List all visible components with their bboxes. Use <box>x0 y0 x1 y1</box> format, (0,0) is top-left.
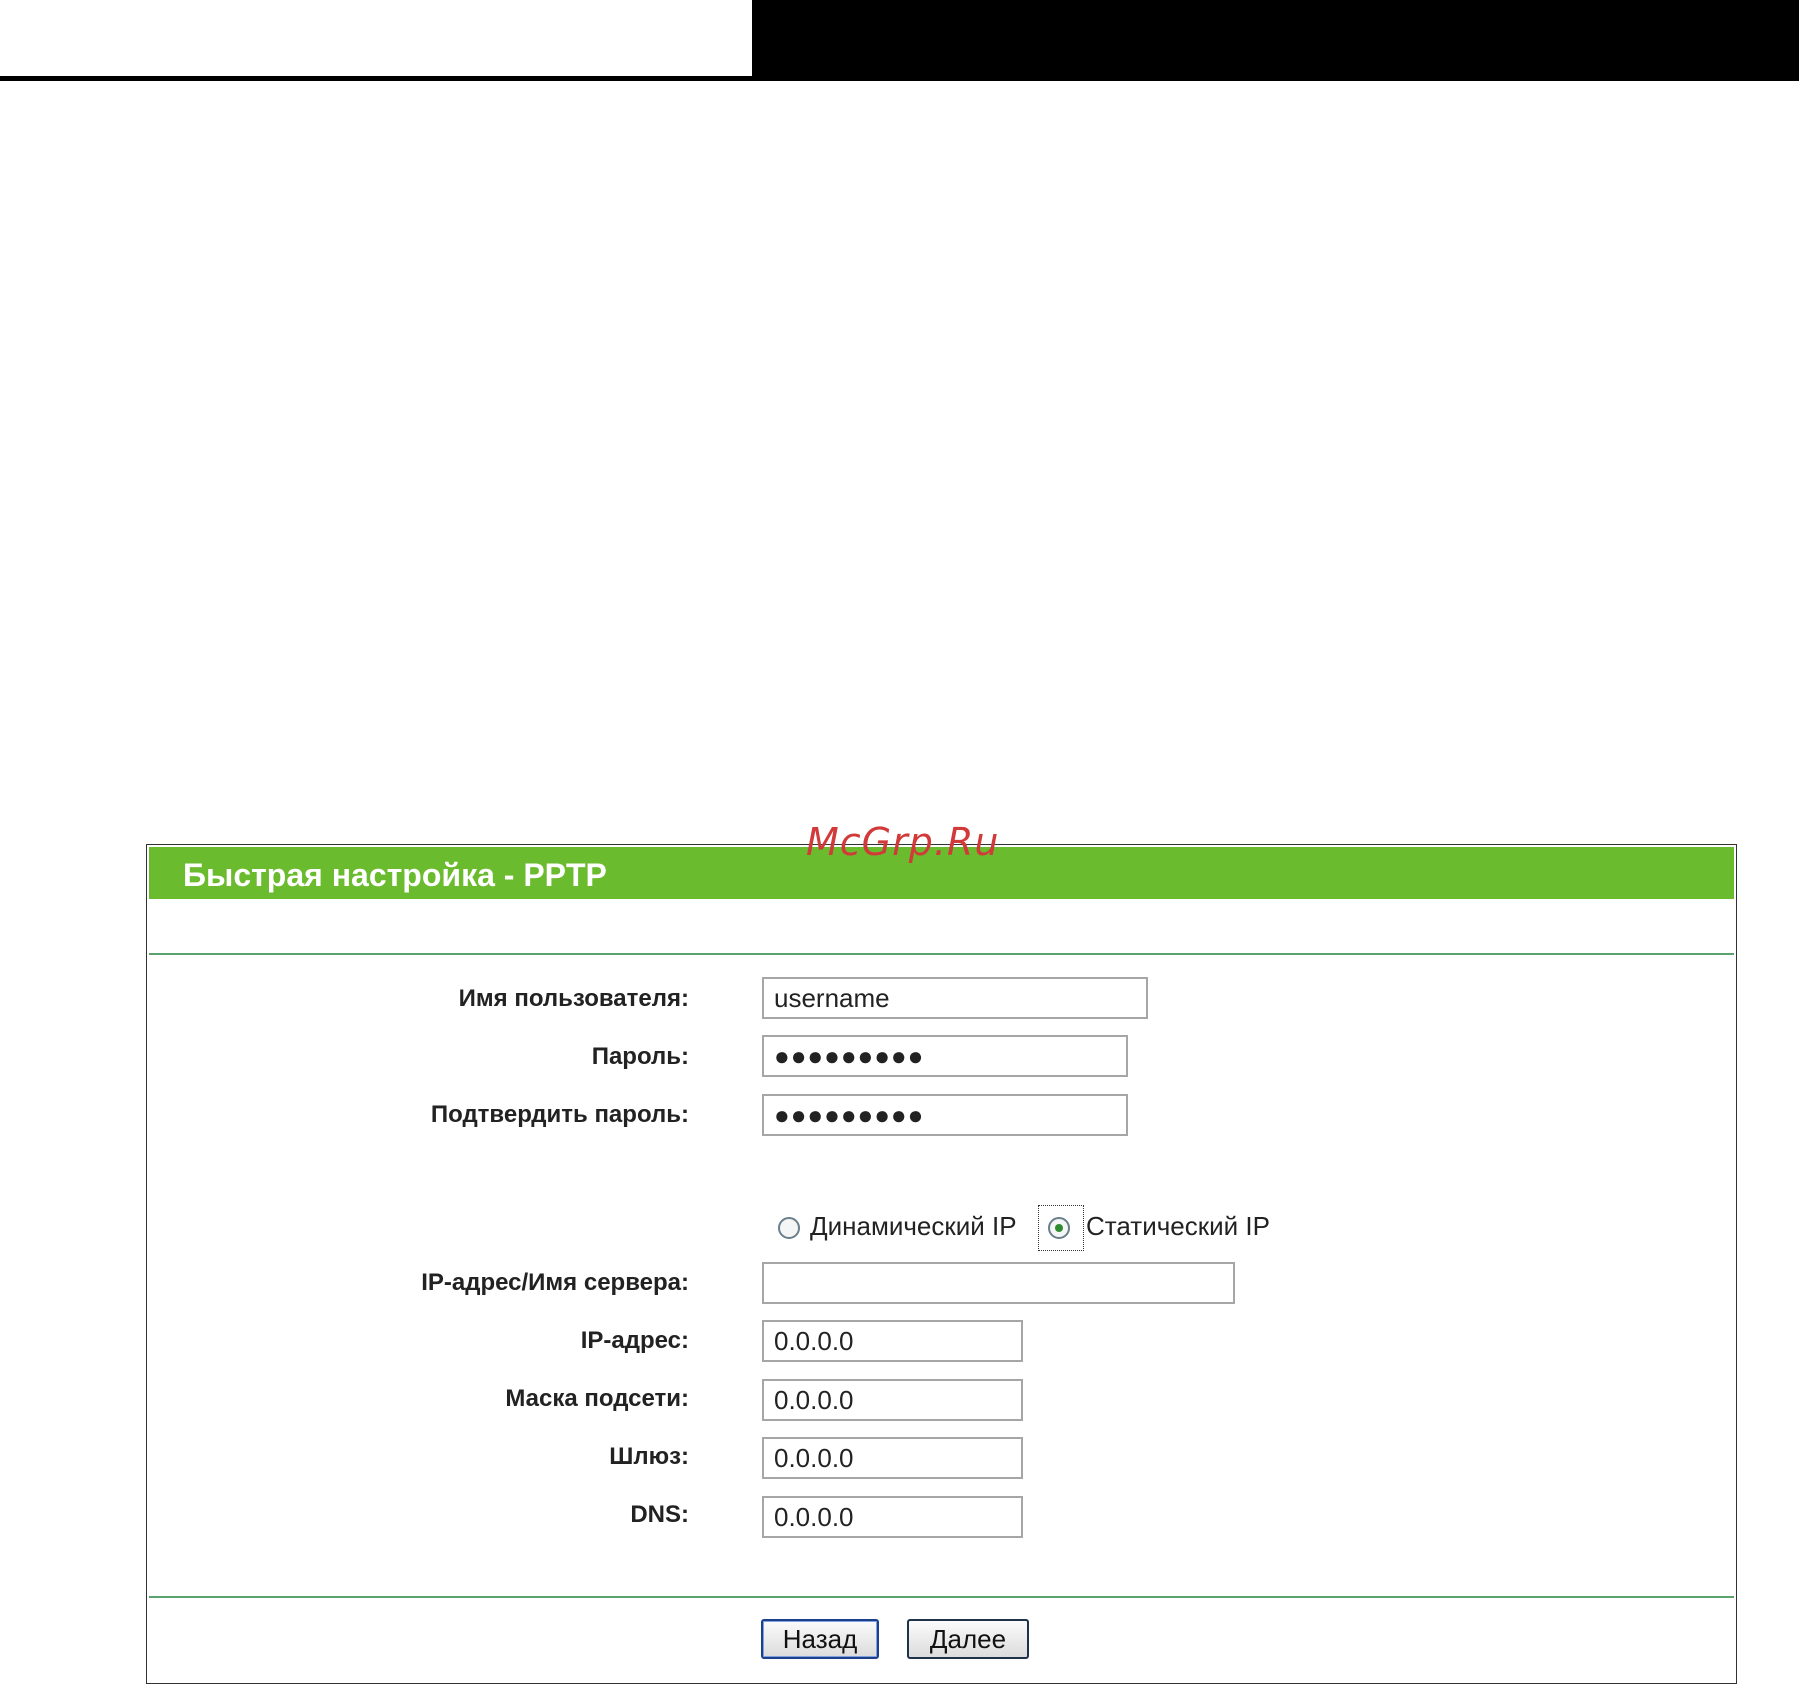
subnet-mask-label: Маска подсети: <box>505 1385 689 1412</box>
server-field[interactable] <box>762 1262 1235 1304</box>
gateway-field[interactable]: 0.0.0.0 <box>762 1437 1023 1479</box>
static-ip-radio[interactable] <box>1048 1217 1070 1239</box>
username-field[interactable]: username <box>762 977 1148 1019</box>
dns-field[interactable]: 0.0.0.0 <box>762 1496 1023 1538</box>
back-button[interactable]: Назад <box>761 1619 879 1659</box>
top-black-bar <box>752 0 1799 77</box>
dynamic-ip-radio[interactable] <box>778 1217 800 1239</box>
confirm-password-field[interactable]: ●●●●●●●●● <box>762 1094 1128 1136</box>
server-label: IP-адрес/Имя сервера: <box>421 1269 689 1296</box>
confirm-password-label: Подтвердить пароль: <box>430 1101 689 1128</box>
ip-address-field[interactable]: 0.0.0.0 <box>762 1320 1023 1362</box>
footer-divider <box>149 1596 1734 1598</box>
password-field[interactable]: ●●●●●●●●● <box>762 1035 1128 1077</box>
gateway-label: Шлюз: <box>609 1443 689 1470</box>
watermark: McGrp.Ru <box>806 820 1000 864</box>
static-ip-label[interactable]: Статический IP <box>1086 1211 1270 1242</box>
dynamic-ip-label[interactable]: Динамический IP <box>810 1211 1017 1242</box>
dns-label: DNS: <box>630 1501 689 1528</box>
header-divider <box>149 953 1734 955</box>
top-rule <box>0 76 1799 81</box>
password-label: Пароль: <box>591 1043 689 1070</box>
username-label: Имя пользователя: <box>458 985 689 1012</box>
quick-setup-panel: Быстрая настройка - PPTP Имя пользовател… <box>146 844 1737 1684</box>
next-button[interactable]: Далее <box>907 1619 1029 1659</box>
page-title: Быстрая настройка - PPTP <box>183 857 607 893</box>
subnet-mask-field[interactable]: 0.0.0.0 <box>762 1379 1023 1421</box>
ip-address-label: IP-адрес: <box>580 1327 689 1354</box>
